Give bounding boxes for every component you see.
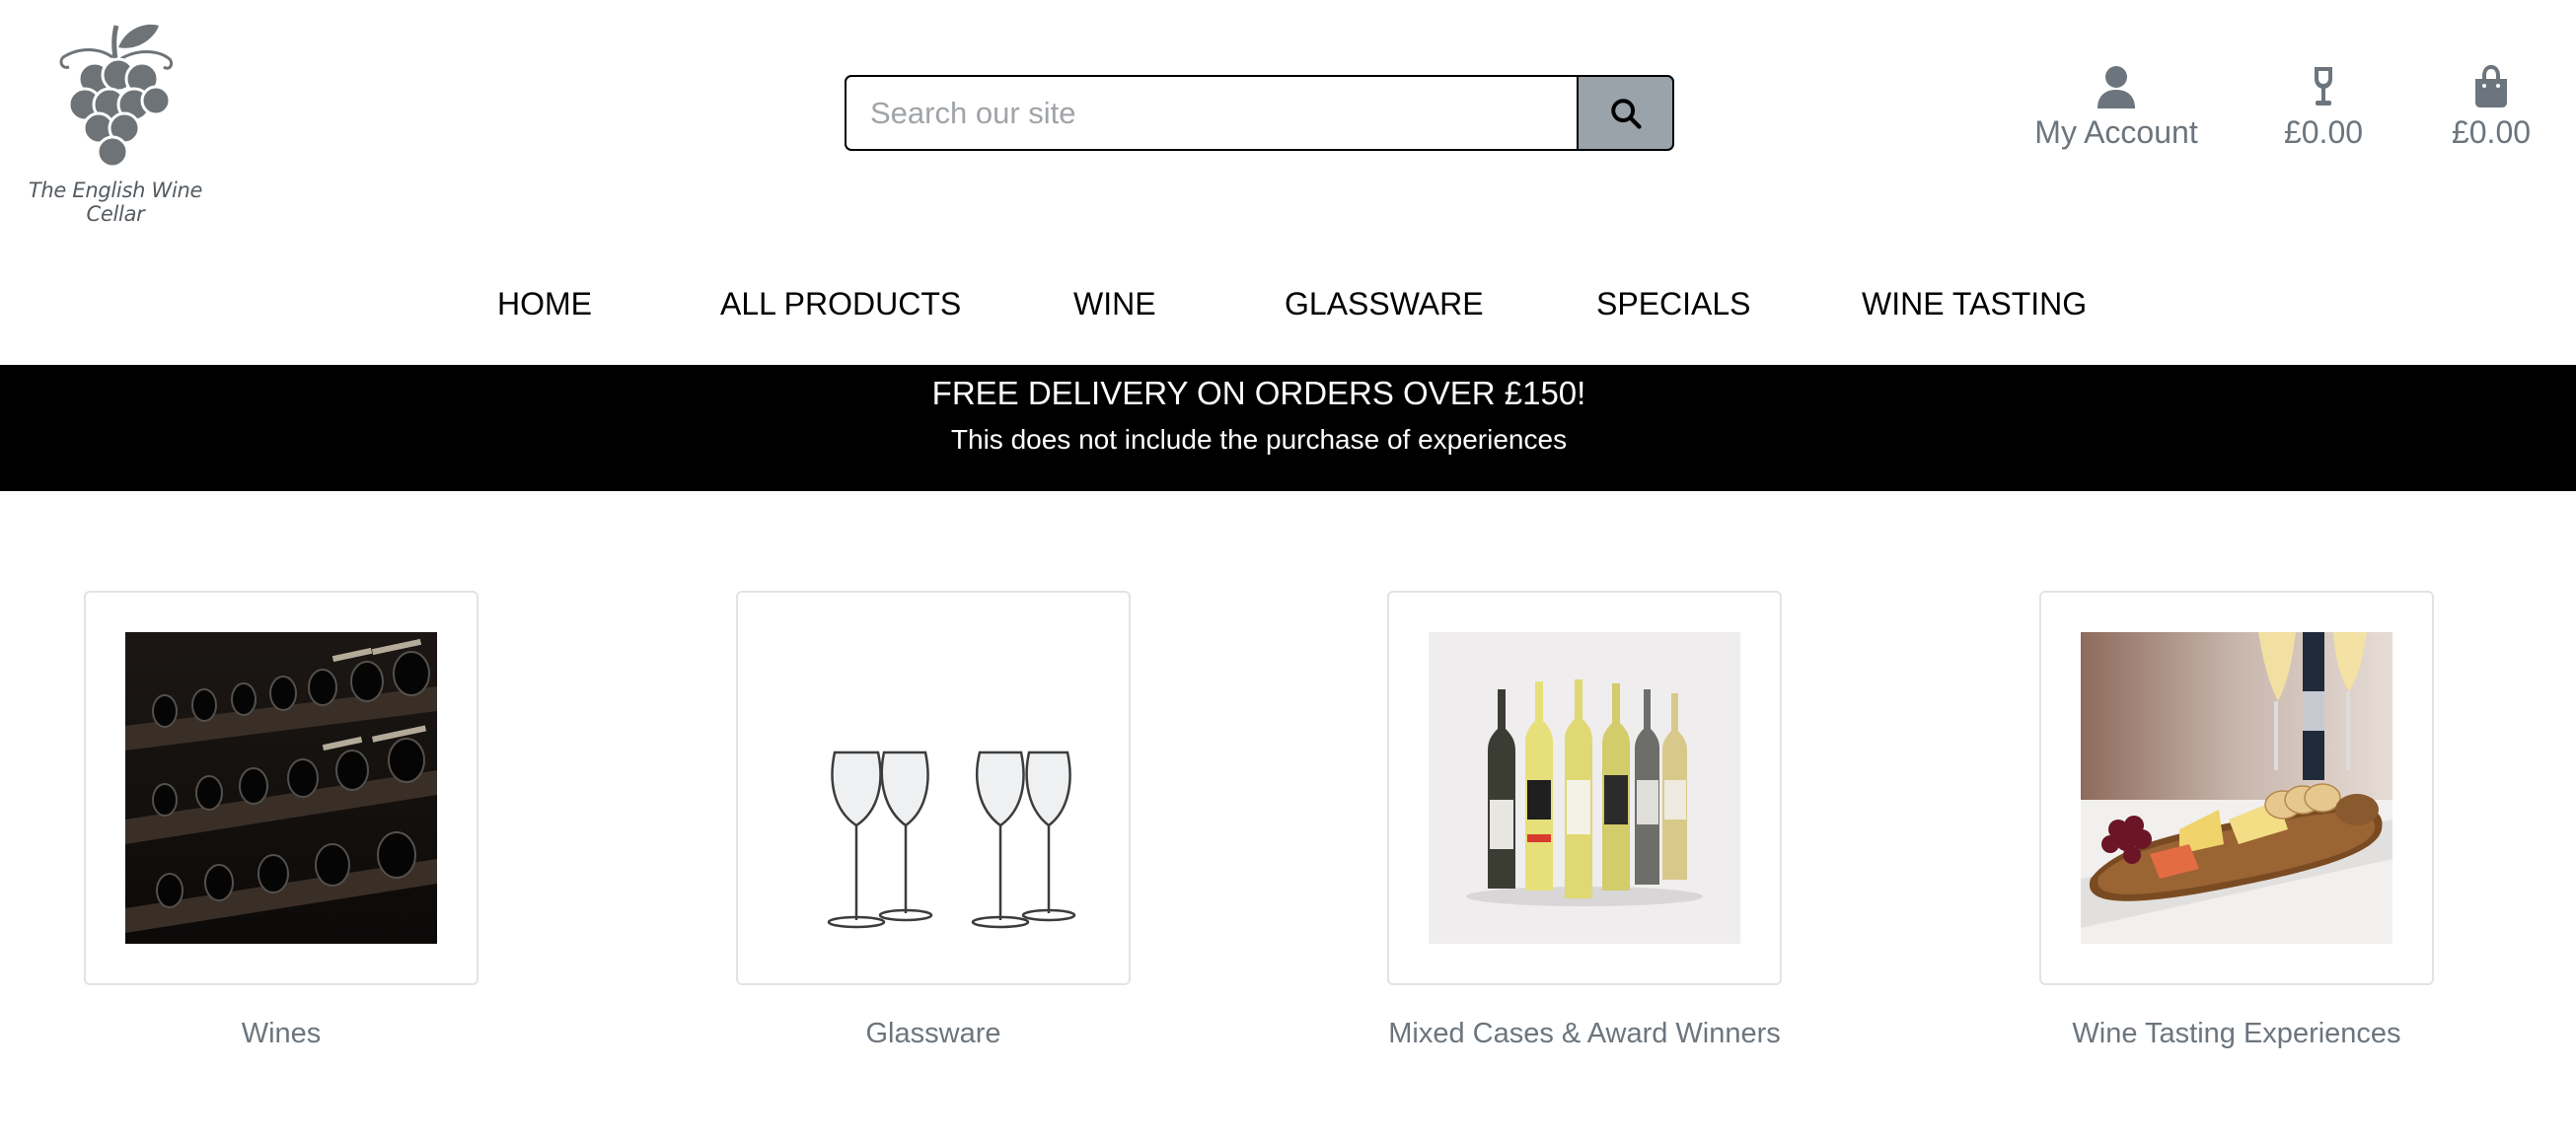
brand-name: The English Wine Cellar [28, 178, 203, 226]
nav-wine[interactable]: WINE [1073, 286, 1156, 322]
delivery-banner: FREE DELIVERY ON ORDERS OVER £150! This … [0, 365, 2576, 491]
category-card-mixed-cases[interactable]: Mixed Cases & Award Winners [1387, 591, 1782, 1050]
banner-title: FREE DELIVERY ON ORDERS OVER £150! [931, 375, 1586, 411]
banner-subtitle: This does not include the purchase of ex… [950, 424, 1568, 455]
wine-rack-photo [125, 632, 437, 944]
nav-specials[interactable]: SPECIALS [1596, 286, 1751, 322]
shopping-bag-icon [2475, 65, 2507, 107]
nav-home[interactable]: HOME [497, 286, 592, 322]
nav-wine-tasting[interactable]: WINE TASTING [1862, 286, 2087, 322]
card-frame [84, 591, 478, 985]
site-logo[interactable]: The English Wine Cellar [6, 18, 225, 226]
card-frame [2039, 591, 2434, 985]
card-frame [1387, 591, 1782, 985]
main-nav: HOME ALL PRODUCTS WINE GLASSWARE SPECIAL… [0, 286, 2576, 335]
category-label: Wines [241, 1018, 322, 1049]
wishlist-total: £0.00 [2283, 114, 2364, 150]
wine-bottles-photo [1429, 632, 1740, 944]
my-account-label: My Account [2034, 114, 2198, 150]
search-icon [1610, 98, 1642, 129]
cheese-board-photo [2081, 632, 2392, 944]
search-button[interactable] [1577, 75, 1674, 151]
category-label: Glassware [865, 1018, 1001, 1049]
category-card-glassware[interactable]: Glassware [736, 591, 1131, 1050]
search-input[interactable] [845, 75, 1577, 151]
my-account-link[interactable]: My Account [2032, 65, 2200, 151]
category-card-wine-tasting[interactable]: Wine Tasting Experiences [2039, 591, 2434, 1050]
nav-glassware[interactable]: GLASSWARE [1285, 286, 1484, 322]
card-frame [736, 591, 1131, 985]
search-form [845, 75, 1674, 151]
wine-glass-icon [2315, 67, 2332, 106]
category-label: Wine Tasting Experiences [2072, 1018, 2401, 1049]
bag-total: £0.00 [2451, 114, 2532, 150]
category-label: Mixed Cases & Award Winners [1388, 1018, 1781, 1049]
category-card-wines[interactable]: Wines [84, 591, 478, 1050]
user-icon [2098, 66, 2135, 108]
wine-glasses-photo [777, 632, 1089, 944]
grapes-logo-icon [59, 24, 174, 169]
wishlist-link[interactable]: £0.00 [2279, 65, 2368, 151]
nav-all-products[interactable]: ALL PRODUCTS [720, 286, 961, 322]
shopping-bag-link[interactable]: £0.00 [2447, 65, 2536, 151]
